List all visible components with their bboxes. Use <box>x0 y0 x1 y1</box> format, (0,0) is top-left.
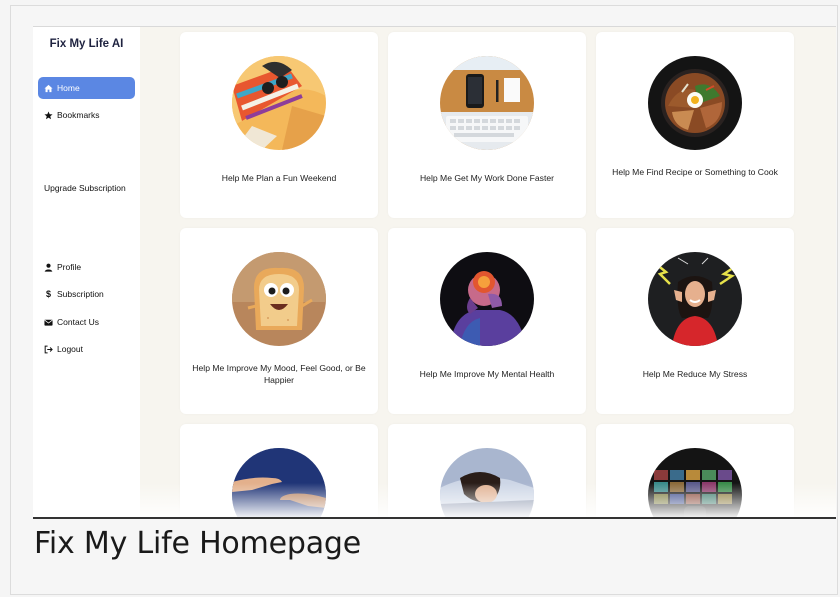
screenshot-frame: Fix My Life AI Home Bookmarks Upgrade Su… <box>10 5 838 595</box>
stressed-person-glow-image <box>440 252 534 346</box>
woman-sleeping-image <box>440 448 534 519</box>
happy-toast-image <box>232 252 326 346</box>
logout-icon <box>44 345 53 354</box>
brand-title: Fix My Life AI <box>49 38 124 50</box>
star-icon <box>44 111 53 120</box>
card-reduce-stress[interactable]: Help Me Reduce My Stress <box>596 228 794 414</box>
card-mental-health[interactable]: Help Me Improve My Mental Health <box>388 228 586 414</box>
sidebar: Fix My Life AI Home Bookmarks Upgrade Su… <box>33 27 140 519</box>
card-plan-weekend[interactable]: Help Me Plan a Fun Weekend <box>180 32 378 218</box>
app-screen: Fix My Life AI Home Bookmarks Upgrade Su… <box>33 26 836 519</box>
sidebar-item-logout[interactable]: Logout <box>38 338 135 360</box>
sidebar-item-profile[interactable]: Profile <box>38 256 135 278</box>
card-find-recipe[interactable]: Help Me Find Recipe or Something to Cook <box>596 32 794 218</box>
card-label: Help Me Get My Work Done Faster <box>419 173 555 183</box>
user-icon <box>44 263 53 272</box>
page-caption: Fix My Life Homepage <box>34 526 361 561</box>
sidebar-item-contact[interactable]: Contact Us <box>38 311 135 333</box>
card-improve-mood[interactable]: Help Me Improve My Mood, Feel Good, or B… <box>180 228 378 414</box>
sidebar-item-label: Subscription <box>57 289 104 299</box>
card-label: Help Me Find Recipe or Something to Cook <box>612 167 778 177</box>
card-label: Help Me Improve My Mood, Feel Good, or B… <box>192 363 366 385</box>
sidebar-item-label: Profile <box>57 262 82 272</box>
card-row3-2[interactable] <box>388 424 586 519</box>
envelope-icon <box>44 318 53 327</box>
sidebar-item-home[interactable]: Home <box>38 77 135 99</box>
card-label: Help Me Improve My Mental Health <box>419 369 555 379</box>
sidebar-item-subscription[interactable]: $ Subscription <box>38 283 135 305</box>
dollar-icon: $ <box>45 288 51 299</box>
sidebar-item-label: Home <box>57 83 80 93</box>
home-icon <box>44 84 53 93</box>
sidebar-item-label: Logout <box>57 344 83 354</box>
sidebar-item-label: Bookmarks <box>57 110 100 120</box>
screen-bottom-edge <box>33 517 836 519</box>
upgrade-subscription-link[interactable]: Upgrade Subscription <box>44 183 126 193</box>
card-label: Help Me Reduce My Stress <box>642 369 748 379</box>
stressed-woman-chalkboard-image <box>648 252 742 346</box>
food-bowl-image <box>648 56 742 150</box>
card-row3-3[interactable] <box>596 424 794 519</box>
sidebar-item-bookmarks[interactable]: Bookmarks <box>38 104 135 126</box>
top-divider <box>33 26 836 27</box>
card-label: Help Me Plan a Fun Weekend <box>221 173 337 183</box>
tv-remote-image <box>648 448 742 519</box>
sidebar-item-label: Contact Us <box>57 317 100 327</box>
beach-weekend-image <box>232 56 326 150</box>
card-work-faster[interactable]: Help Me Get My Work Done Faster <box>388 32 586 218</box>
reaching-hands-image <box>232 448 326 519</box>
card-row3-1[interactable] <box>180 424 378 519</box>
desk-workspace-image <box>440 56 534 150</box>
